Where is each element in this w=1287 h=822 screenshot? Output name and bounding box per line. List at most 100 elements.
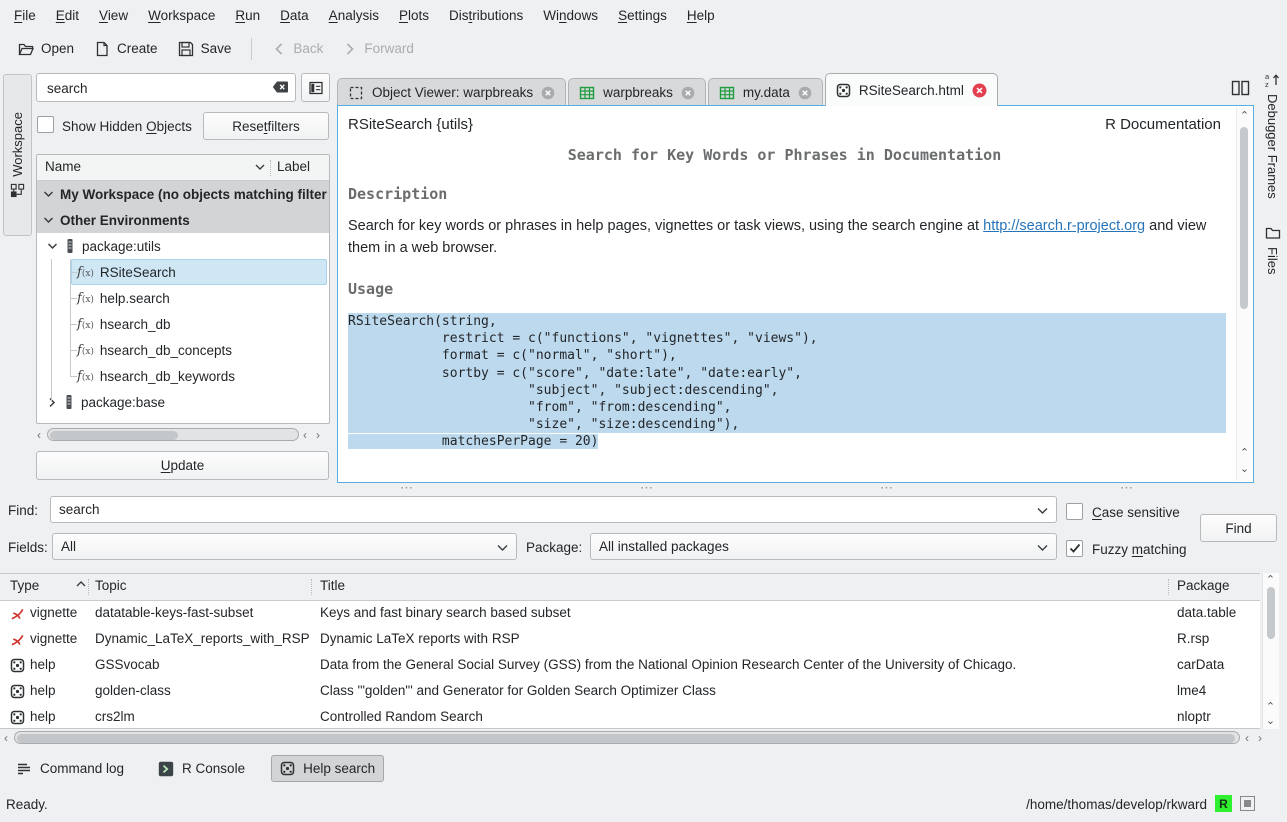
side-tab-files[interactable]: Files [1258,225,1287,274]
menu-windows[interactable]: Windows [533,3,608,28]
results-hscrollbar-thumb[interactable] [17,734,1235,743]
tree-item-my-workspace-no-objects-matchi[interactable]: My Workspace (no objects matching filter [37,181,329,207]
scroll-up-icon[interactable]: ⌃ [1237,448,1252,459]
tool-tab-help-search[interactable]: Help search [271,755,384,782]
reset-filters-button[interactable]: Reset filters [203,112,329,140]
column-header-type[interactable]: Type [10,578,39,593]
doc-tab-object-viewer-warpbreaks[interactable]: Object Viewer: warpbreaks [337,78,566,106]
splitter-handle[interactable]: ⋯ [880,486,893,489]
tree-item-help-search[interactable]: f(x)help.search [37,285,329,311]
column-separator[interactable] [88,579,89,595]
create-button[interactable]: Create [84,36,168,62]
doc-tab-warpbreaks[interactable]: warpbreaks [568,78,706,106]
column-header-topic[interactable]: Topic [95,578,127,593]
clear-search-icon[interactable] [272,80,289,94]
back-button[interactable]: Back [262,36,333,62]
open-button[interactable]: Open [8,36,84,62]
scroll-right-icon[interactable]: › [1258,732,1262,745]
scroll-right-icon[interactable]: › [316,429,320,442]
scroll-down-icon[interactable]: ⌄ [1263,716,1278,727]
results-vscrollbar-thumb[interactable] [1267,587,1275,639]
tree-hscrollbar[interactable] [47,428,299,441]
scroll-left-icon[interactable]: ‹ [303,429,307,442]
result-row-datatable-keys-fast-subset[interactable]: vignettedatatable-keys-fast-subsetKeys a… [0,601,1260,627]
doc-vscrollbar-thumb[interactable] [1240,127,1248,309]
find-combobox[interactable]: search [50,496,1057,523]
close-tab-icon[interactable] [541,86,555,100]
menu-analysis[interactable]: Analysis [319,3,389,28]
column-header-package[interactable]: Package [1177,578,1230,593]
doc-tab-my-data[interactable]: my.data [708,78,823,106]
column-separator[interactable] [270,160,271,176]
tree-item-hsearch-db-keywords[interactable]: f(x)hsearch_db_keywords [37,363,329,389]
column-header-title[interactable]: Title [320,578,345,593]
find-button[interactable]: Find [1200,514,1277,542]
menu-run[interactable]: Run [225,3,270,28]
scroll-up-icon[interactable]: ⌃ [1263,575,1278,586]
result-row-crs2lm[interactable]: helpcrs2lmControlled Random Searchnloptr [0,705,1260,729]
forward-button[interactable]: Forward [333,36,424,62]
case-sensitive-checkbox[interactable] [1066,503,1083,520]
scroll-up-icon[interactable]: ⌃ [1237,111,1252,122]
close-tab-icon[interactable] [798,86,812,100]
close-tab-icon[interactable] [972,83,987,98]
filter-settings-button[interactable] [301,73,330,102]
package-combobox[interactable]: All installed packages [590,533,1057,560]
fields-combobox[interactable]: All [52,533,517,560]
tree-item-hsearch-db-concepts[interactable]: f(x)hsearch_db_concepts [37,337,329,363]
result-row-gssvocab[interactable]: helpGSSvocabData from the General Social… [0,653,1260,679]
menu-help[interactable]: Help [677,3,725,28]
splitter-handle[interactable]: ⋯ [1120,486,1133,489]
tree-column-label[interactable]: Label [277,159,310,174]
doc-tab-rsitesearch-html[interactable]: RSiteSearch.html [825,73,998,106]
scroll-left-icon[interactable]: ‹ [4,732,8,745]
side-tab-debugger-frames[interactable]: azDebugger Frames [1258,72,1287,199]
tree-item-package-utils[interactable]: package:utils [37,233,329,259]
fuzzy-matching-checkbox[interactable] [1066,540,1083,557]
split-view-icon[interactable] [1231,79,1250,97]
tool-tab-command-log[interactable]: Command log [8,756,132,782]
help-page-icon [836,83,851,98]
interrupt-command-button[interactable] [1240,796,1255,811]
workspace-side-tab[interactable]: Workspace [3,74,32,236]
scroll-up-icon[interactable]: ⌃ [1263,702,1278,713]
tree-column-name[interactable]: Name [45,159,81,174]
column-separator[interactable] [311,579,312,595]
scroll-left-icon[interactable]: ‹ [37,429,41,442]
menu-settings[interactable]: Settings [608,3,677,28]
function-icon: f(x) [77,343,94,358]
doc-vscrollbar[interactable]: ⌃ ⌃ ⌄ [1236,107,1252,481]
show-hidden-objects-checkbox[interactable] [37,116,54,133]
tree-item-hsearch-db[interactable]: f(x)hsearch_db [37,311,329,337]
tool-tab-r-console[interactable]: R Console [150,756,253,782]
menu-file[interactable]: File [4,3,46,28]
scroll-down-icon[interactable]: ⌄ [1237,464,1252,475]
menu-workspace[interactable]: Workspace [138,3,225,28]
result-row-dynamic-latex-reports-with-rsp[interactable]: vignetteDynamic_LaTeX_reports_with_RSPDy… [0,627,1260,653]
column-separator[interactable] [1168,579,1169,595]
tree-item-rsitesearch[interactable]: f(x)RSiteSearch [37,259,329,285]
menu-data[interactable]: Data [270,3,319,28]
search-r-project-link[interactable]: http://search.r-project.org [983,218,1145,234]
result-row-golden-class[interactable]: helpgolden-classClass '"golden"' and Gen… [0,679,1260,705]
menu-edit[interactable]: Edit [46,3,89,28]
menu-distributions[interactable]: Distributions [439,3,533,28]
chevron-down-icon[interactable] [255,163,265,171]
tree-hscrollbar-thumb[interactable] [50,431,178,440]
splitter-handle[interactable]: ⋯ [640,486,653,489]
results-vscrollbar[interactable]: ⌃ ⌃ ⌄ [1262,573,1279,729]
help-page-icon [280,761,295,776]
update-button[interactable]: Update [36,451,329,480]
results-hscrollbar[interactable]: ‹ ‹ › [2,731,1285,746]
help-document-content[interactable]: RSiteSearch {utils} R Documentation Sear… [338,106,1237,482]
splitter-handle[interactable]: ⋯ [400,486,413,489]
tree-item-other-environments[interactable]: Other Environments [37,207,329,233]
menu-view[interactable]: View [89,3,138,28]
close-tab-icon[interactable] [681,86,695,100]
scroll-left-icon[interactable]: ‹ [1245,732,1249,745]
usage-code-block[interactable]: RSiteSearch(string, restrict = c("functi… [348,313,1221,451]
tree-item-package-base[interactable]: package:base [37,389,329,415]
object-filter-input[interactable] [45,75,264,102]
menu-plots[interactable]: Plots [389,3,439,28]
save-button[interactable]: Save [168,36,242,62]
